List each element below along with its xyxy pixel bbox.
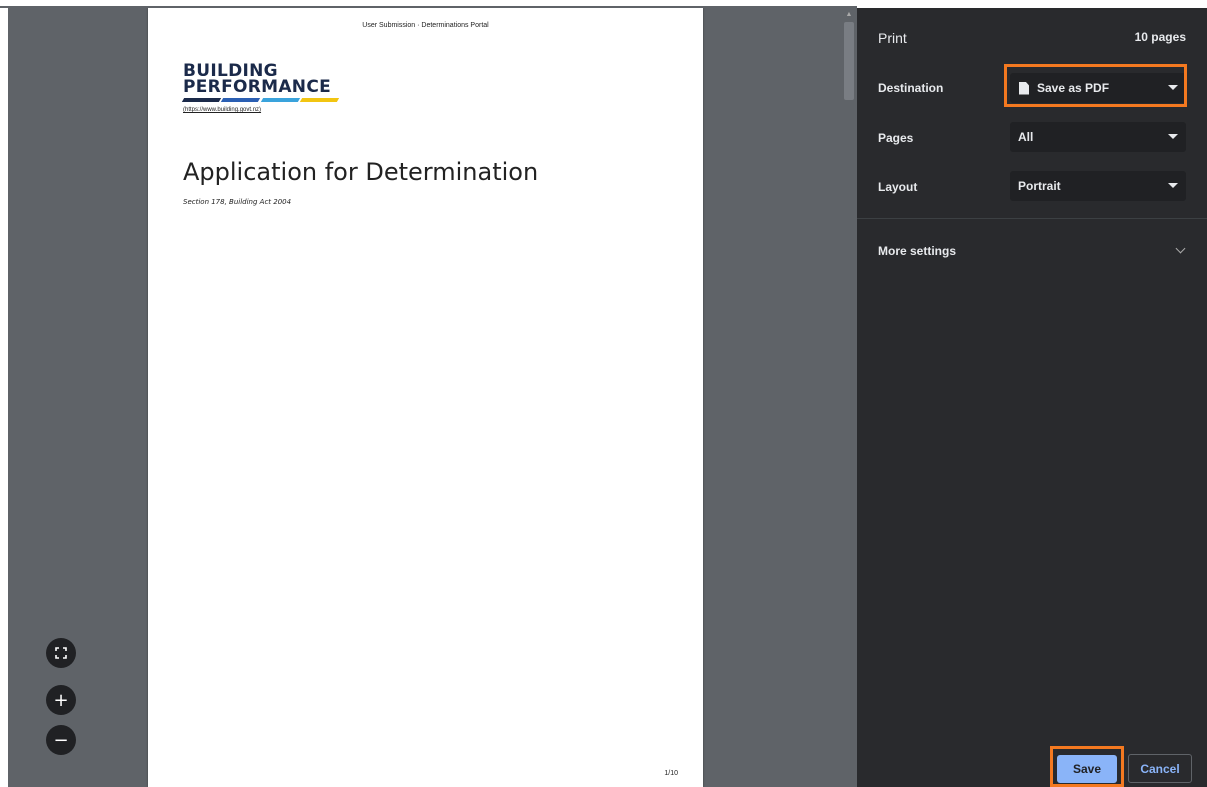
- page-header: User Submission · Determinations Portal: [362, 22, 489, 29]
- document-title: Application for Determination: [183, 158, 539, 186]
- destination-highlight: [1004, 64, 1187, 107]
- building-performance-logo: BUILDING PERFORMANCE (https://www.buildi…: [181, 63, 340, 113]
- zoom-out-button[interactable]: −: [46, 725, 76, 755]
- print-settings-panel: Print 10 pages Destination Save as PDF P…: [857, 8, 1207, 787]
- zoom-in-button[interactable]: +: [46, 685, 76, 715]
- logo-line-2: PERFORMANCE: [183, 77, 332, 97]
- page-number: 1/10: [664, 770, 678, 777]
- logo-stripe: [181, 98, 340, 102]
- preview-scrollbar[interactable]: [841, 8, 857, 787]
- logo-url-link[interactable]: (https://www.building.govt.nz): [183, 107, 340, 113]
- scrollbar-thumb[interactable]: [844, 22, 854, 100]
- scroll-up-arrow-icon[interactable]: ▲: [844, 10, 854, 20]
- dropdown-arrow-icon: [1168, 134, 1178, 139]
- layout-select[interactable]: Portrait: [1010, 171, 1186, 201]
- preview-page: User Submission · Determinations Portal …: [148, 8, 703, 787]
- print-title: Print: [878, 30, 907, 46]
- pages-value: All: [1018, 130, 1034, 144]
- cancel-button[interactable]: Cancel: [1128, 754, 1192, 783]
- page-count: 10 pages: [1134, 30, 1186, 44]
- dropdown-arrow-icon: [1168, 183, 1178, 188]
- zoom-in-icon: +: [53, 689, 69, 711]
- more-settings-label[interactable]: More settings: [878, 244, 956, 258]
- pages-select[interactable]: All: [1010, 122, 1186, 152]
- layout-value: Portrait: [1018, 179, 1061, 193]
- fit-to-page-icon: [55, 647, 67, 659]
- layout-label: Layout: [878, 180, 918, 194]
- print-preview-area: User Submission · Determinations Portal …: [8, 8, 857, 787]
- fit-to-page-button[interactable]: [46, 638, 76, 668]
- chevron-down-icon[interactable]: [1175, 243, 1186, 254]
- document-subtitle: Section 178, Building Act 2004: [183, 198, 292, 206]
- panel-divider: [857, 218, 1207, 219]
- destination-label: Destination: [878, 81, 944, 95]
- pages-label: Pages: [878, 131, 914, 145]
- zoom-out-icon: −: [53, 729, 69, 751]
- save-button[interactable]: Save: [1057, 755, 1117, 783]
